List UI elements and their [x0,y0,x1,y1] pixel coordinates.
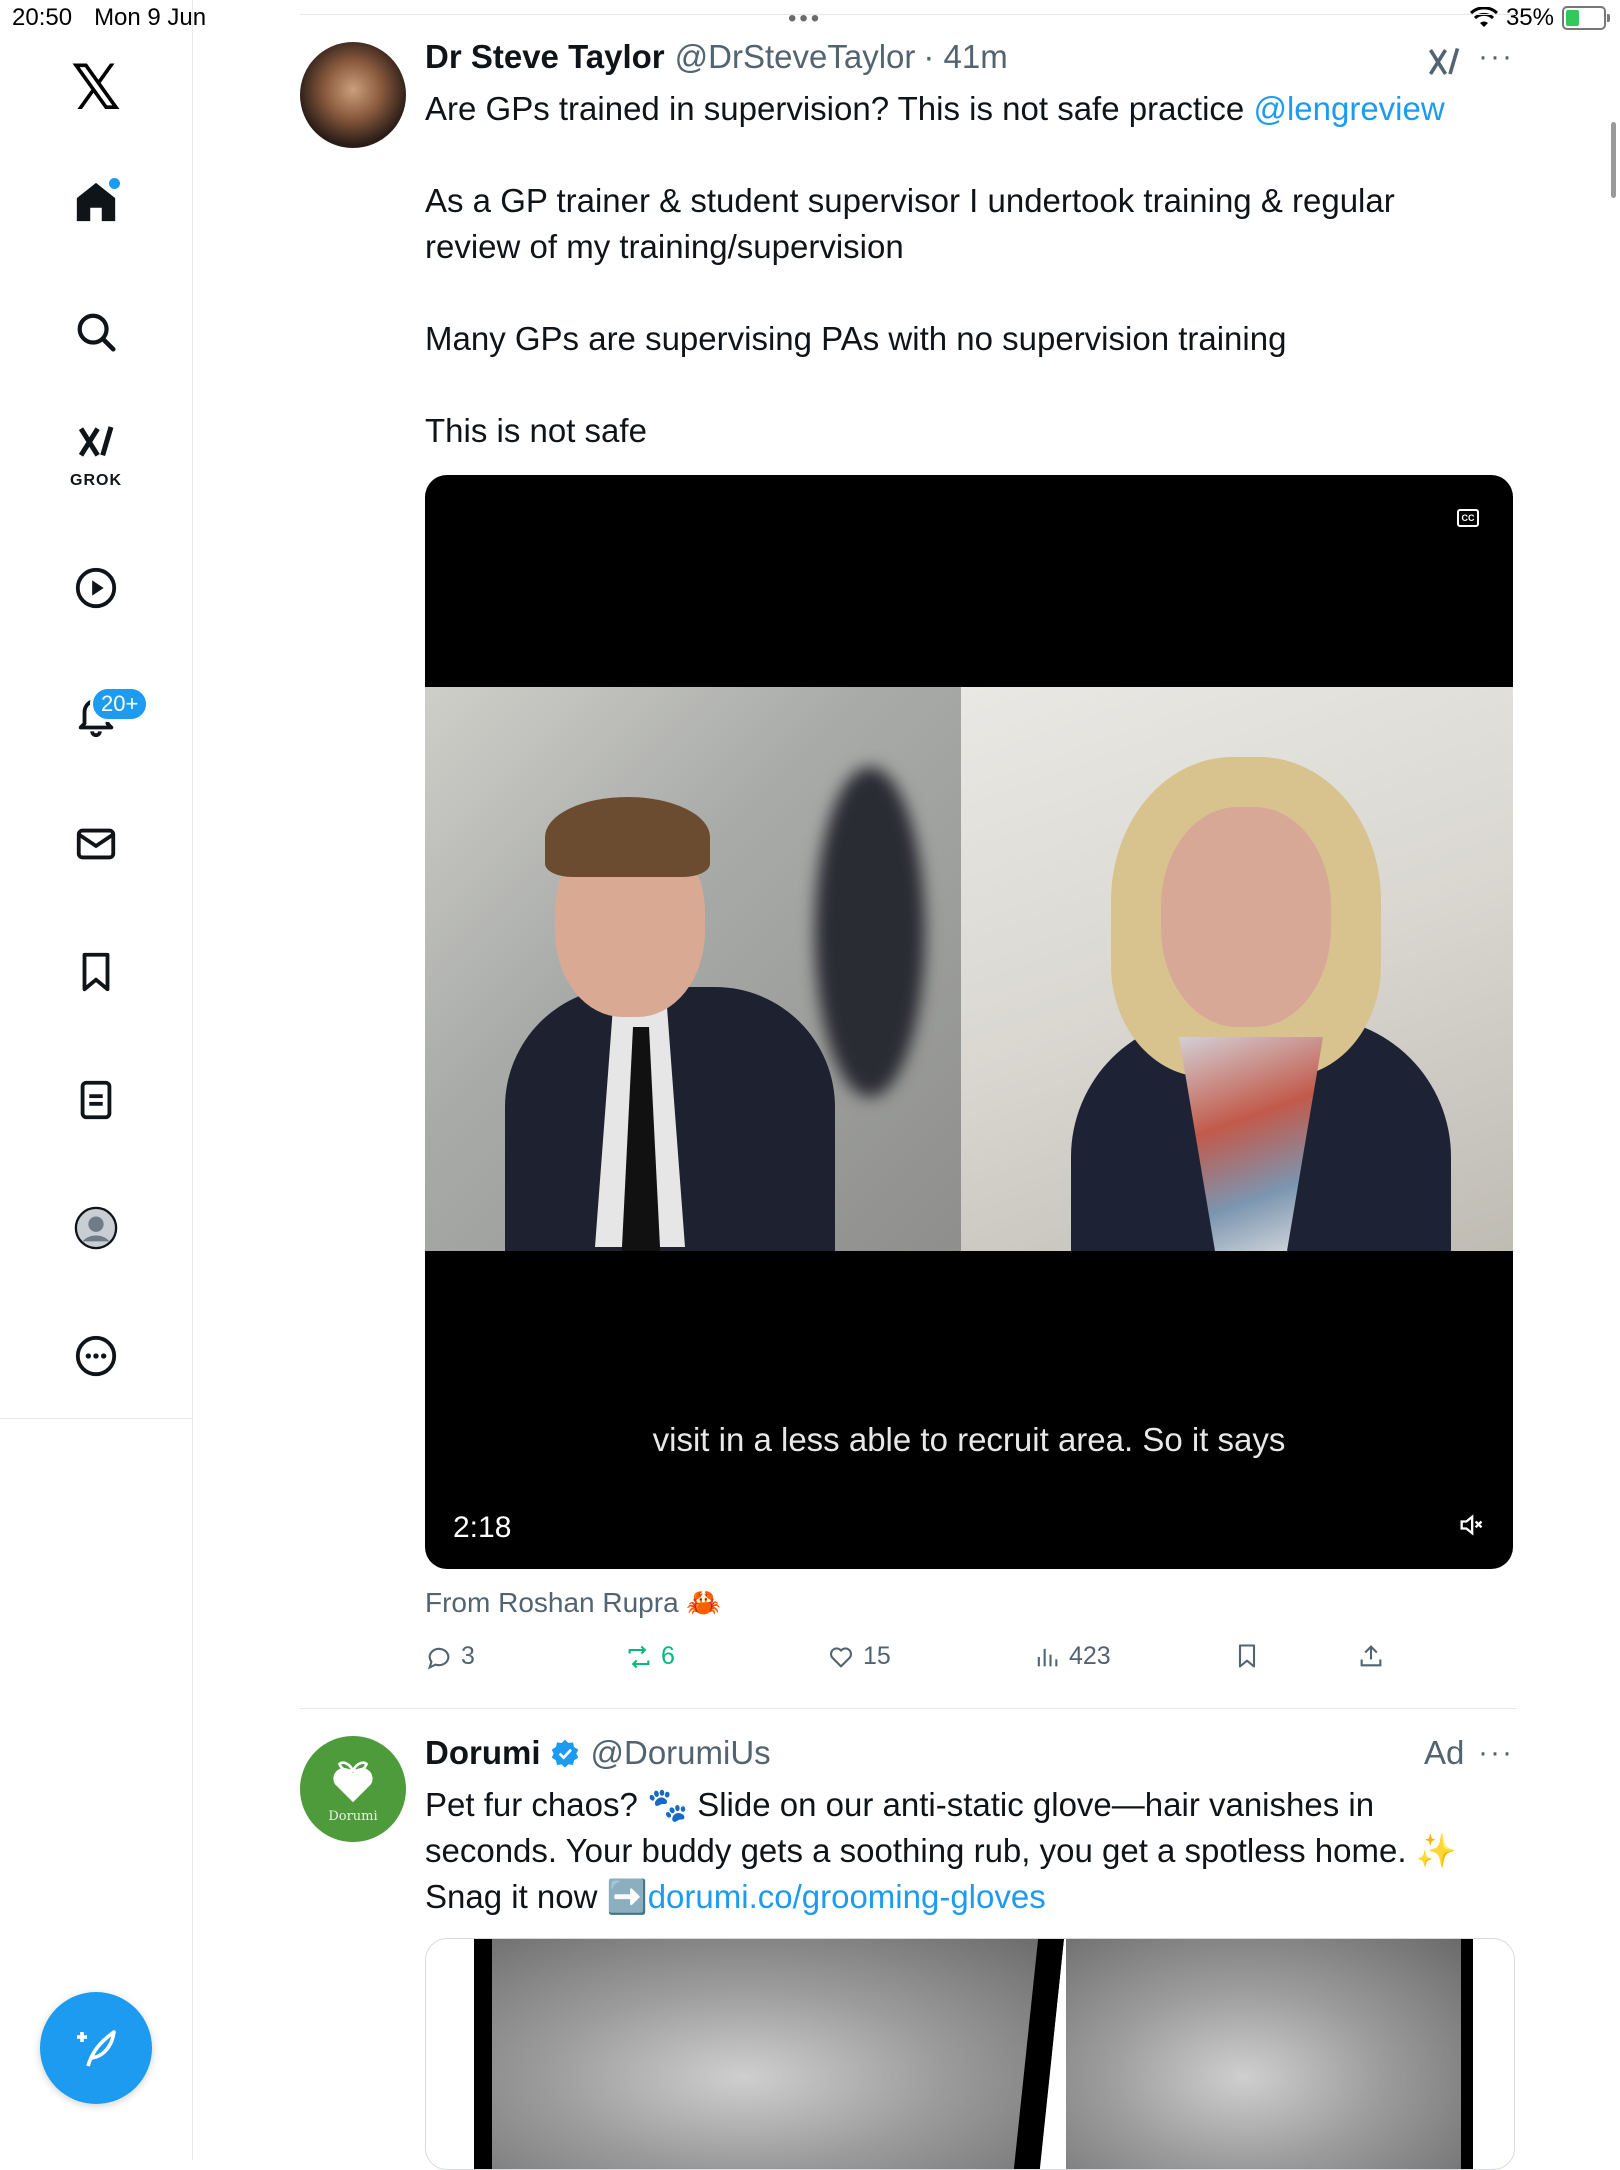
ad-image-cat-left [492,1939,1052,2169]
like-count: 15 [863,1642,891,1670]
compose-post-button[interactable] [40,1992,152,2104]
reply-button[interactable]: 3 [425,1642,475,1671]
tweet-para3: Many GPs are supervising PAs with no sup… [425,320,1287,357]
heart-icon [829,1646,853,1667]
ad-image-cat-right [1066,1939,1461,2169]
share-icon [1360,1645,1382,1667]
video-frame-right [961,687,1513,1251]
status-bar-right: 35% [1469,4,1610,32]
advertiser-handle[interactable]: @DorumiUs [591,1734,771,1772]
captions-icon[interactable]: CC [1457,509,1479,527]
repost-button[interactable]: 6 [625,1642,675,1671]
video-play-icon[interactable] [64,556,128,620]
ad-media[interactable] [425,1938,1515,2170]
home-unread-dot [109,178,120,189]
like-button[interactable]: 15 [827,1642,891,1671]
sidebar-divider [0,1418,192,1419]
tweet-video[interactable]: CC visit in a less able to recruit area.… [425,475,1513,1569]
view-count: 423 [1069,1642,1111,1670]
ad-more-icon[interactable]: ··· [1478,1736,1514,1770]
x-logo-icon[interactable]: 𝕏 [64,56,128,120]
author-name[interactable]: Dr Steve Taylor [425,38,665,76]
views-chart-icon [1037,1648,1058,1666]
messages-envelope-icon[interactable] [64,812,128,876]
tweet-separator [300,1708,1516,1709]
notifications-badge: 20+ [90,686,150,722]
bookmark-button[interactable] [1233,1642,1261,1670]
ad-link[interactable]: dorumi.co/grooming-gloves [648,1878,1046,1915]
grok-explain-icon[interactable] [1426,44,1462,80]
apple-heart-logo-icon [333,1760,373,1802]
tweet-header: Dr Steve Taylor @DrSteveTaylor · 41m [425,38,1008,76]
bookmark-icon [1238,1644,1256,1668]
author-handle[interactable]: @DrSteveTaylor [675,38,916,76]
tweet-time[interactable]: · 41m [923,38,1007,76]
tweet-more-icon[interactable]: ··· [1478,40,1514,74]
home-icon[interactable] [64,170,128,234]
author-avatar[interactable] [300,42,406,148]
battery-icon [1562,6,1610,30]
more-options-icon[interactable] [64,1324,128,1388]
ad-label: Ad [1424,1734,1465,1771]
grok-label: GROK [70,472,122,489]
video-frame-left [425,687,961,1251]
tweet-actions: 3 6 15 423 [425,1642,1425,1682]
reply-count: 3 [461,1642,475,1670]
lists-icon[interactable] [64,1068,128,1132]
video-subtitle: visit in a less able to recruit area. So… [652,1421,1286,1458]
repost-icon [628,1645,650,1668]
video-source-attribution[interactable]: From Roshan Rupra 🦀 [425,1586,721,1619]
battery-percent: 35% [1505,4,1554,31]
advertiser-avatar[interactable]: Dorumi [300,1736,406,1842]
share-button[interactable] [1357,1642,1385,1670]
views-button[interactable]: 423 [1033,1642,1111,1671]
profile-avatar-icon[interactable] [64,1196,128,1260]
repost-count: 6 [661,1642,675,1670]
feather-plus-icon [77,2030,116,2067]
tweet-line1: Are GPs trained in supervision? This is … [425,90,1254,127]
header-divider [300,14,1516,15]
ad-text: Pet fur chaos? 🐾 Slide on our anti-stati… [425,1782,1495,1920]
advertiser-avatar-text: Dorumi [328,1808,378,1824]
wifi-icon [1469,7,1498,27]
tweet-para2: As a GP trainer & student supervisor I u… [425,182,1395,265]
bookmarks-icon[interactable] [64,940,128,1004]
search-icon[interactable] [64,300,128,364]
verified-badge-icon [551,1739,578,1768]
advertiser-name[interactable]: Dorumi [425,1734,541,1772]
video-duration: 2:18 [453,1511,512,1544]
reply-icon [427,1647,450,1670]
tweet-para4: This is not safe [425,412,647,449]
sidebar: 𝕏 GROK 20+ [0,0,193,2160]
mention-link[interactable]: @lengreview [1253,90,1444,127]
tweet-text: Are GPs trained in supervision? This is … [425,86,1495,500]
scrollbar[interactable] [1611,122,1616,198]
mute-icon[interactable] [1457,1511,1485,1539]
ad-header: Dorumi @DorumiUs [425,1734,771,1772]
grok-icon[interactable]: GROK [64,420,128,489]
